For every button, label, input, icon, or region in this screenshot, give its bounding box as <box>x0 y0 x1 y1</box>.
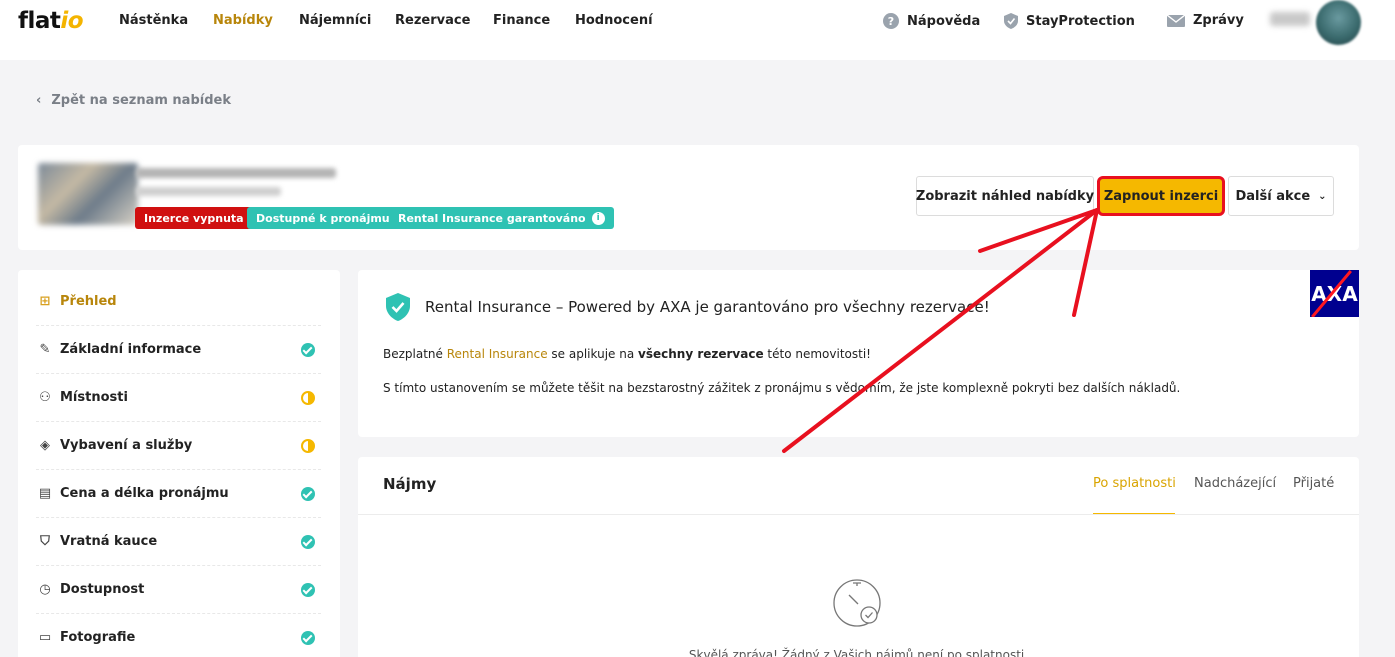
grid-icon: ⊞ <box>39 294 51 309</box>
avatar[interactable] <box>1316 0 1361 45</box>
insurance-title: Rental Insurance – Powered by AXA je gar… <box>425 298 990 316</box>
nav-finance[interactable]: Finance <box>493 13 550 28</box>
nav-tenants[interactable]: Nájemníci <box>299 13 371 28</box>
help-label: Nápověda <box>907 13 981 29</box>
listing-thumbnail[interactable] <box>38 163 138 225</box>
flatio-logo[interactable]: flatio <box>18 8 84 34</box>
sidebar-item-label: Přehled <box>60 294 117 309</box>
rents-card: Nájmy Po splatnosti Nadcházející Přijaté… <box>358 457 1359 657</box>
tab-upcoming[interactable]: Nadcházející <box>1194 476 1276 491</box>
axa-logo: AXA <box>1310 270 1359 317</box>
messages-label: Zprávy <box>1193 13 1244 28</box>
sidebar-item-label: Základní informace <box>60 342 202 357</box>
status-badge-available: Dostupné k pronájmu <box>247 207 399 229</box>
top-navigation: flatio Nástěnka Nabídky Nájemníci Rezerv… <box>0 0 1395 60</box>
sidebar-item-photos[interactable]: ▭ Fotografie <box>36 614 321 657</box>
sidebar-item-label: Fotografie <box>60 630 136 645</box>
shield-icon <box>1004 13 1018 29</box>
insurance-note: S tímto ustanovením se můžete těšit na b… <box>383 381 1181 395</box>
sidebar-item-label: Cena a délka pronájmu <box>60 486 229 501</box>
partial-status-icon <box>301 390 315 405</box>
listing-title-blurred <box>136 168 336 178</box>
sidebar-item-overview[interactable]: ⊞ Přehled <box>36 278 321 326</box>
insurance-card: Rental Insurance – Powered by AXA je gar… <box>358 270 1359 437</box>
back-link[interactable]: ‹ Zpět na seznam nabídek <box>36 93 231 108</box>
status-badge-listing-off: Inzerce vypnuta <box>135 207 253 229</box>
sidebar-item-basic-info[interactable]: ✎ Základní informace <box>36 326 321 374</box>
check-icon <box>301 342 315 357</box>
sidebar-item-availability[interactable]: ◷ Dostupnost <box>36 566 321 614</box>
enable-listing-button[interactable]: Zapnout inzerci <box>1097 176 1225 216</box>
divider <box>358 514 1359 515</box>
mail-icon <box>1167 14 1185 27</box>
insurance-badge-label: Rental Insurance garantováno <box>398 211 586 225</box>
nav-reviews[interactable]: Hodnocení <box>575 13 653 28</box>
nav-offers[interactable]: Nabídky <box>213 13 273 28</box>
user-name-blurred[interactable] <box>1270 12 1310 26</box>
clock-icon: ◷ <box>39 582 51 597</box>
chevron-left-icon: ‹ <box>36 93 42 108</box>
sidebar-item-rooms[interactable]: ⚇ Místnosti <box>36 374 321 422</box>
shield-icon: ⛉ <box>40 534 50 549</box>
sidebar-item-label: Místnosti <box>60 390 128 405</box>
tab-overdue[interactable]: Po splatnosti <box>1093 476 1176 491</box>
nav-reservations[interactable]: Rezervace <box>395 13 470 28</box>
more-actions-label: Další akce <box>1235 188 1311 204</box>
question-icon: ? <box>883 13 899 29</box>
check-icon <box>301 534 315 549</box>
shield-check-icon <box>386 293 410 321</box>
check-icon <box>301 582 315 597</box>
clock-check-icon <box>833 579 881 627</box>
sidebar-item-label: Dostupnost <box>60 582 145 597</box>
nav-dashboard[interactable]: Nástěnka <box>119 13 188 28</box>
sidebar-item-amenities[interactable]: ◈ Vybavení a služby <box>36 422 321 470</box>
back-link-label: Zpět na seznam nabídek <box>51 93 231 108</box>
layers-icon: ◈ <box>40 438 50 453</box>
status-badge-insurance[interactable]: Rental Insurance garantováno i <box>389 207 614 229</box>
stayprotection-label: StayProtection <box>1026 13 1135 29</box>
listing-address-blurred <box>136 187 281 196</box>
partial-status-icon <box>301 438 315 453</box>
listing-sidebar: ⊞ Přehled ✎ Základní informace ⚇ Místnosti … <box>18 270 340 657</box>
pencil-icon: ✎ <box>39 342 51 357</box>
chevron-down-icon: ⌄ <box>1318 190 1327 202</box>
sidebar-item-label: Vratná kauce <box>60 534 158 549</box>
rents-title: Nájmy <box>383 475 437 493</box>
tab-received[interactable]: Přijaté <box>1293 476 1334 491</box>
check-icon <box>301 630 315 645</box>
rooms-icon: ⚇ <box>39 390 51 405</box>
help-link[interactable]: ? Nápověda <box>883 13 980 29</box>
info-icon[interactable]: i <box>591 211 605 225</box>
photo-icon: ▭ <box>38 630 52 645</box>
sidebar-item-price[interactable]: ▤ Cena a délka pronájmu <box>36 470 321 518</box>
check-icon <box>301 486 315 501</box>
coins-icon: ▤ <box>38 486 52 501</box>
insurance-description: Bezplatné Rental Insurance se aplikuje n… <box>383 347 871 361</box>
sidebar-item-deposit[interactable]: ⛉ Vratná kauce <box>36 518 321 566</box>
rental-insurance-link[interactable]: Rental Insurance <box>447 347 548 361</box>
more-actions-button[interactable]: Další akce ⌄ <box>1228 176 1334 216</box>
stayprotection-link[interactable]: StayProtection <box>1004 13 1135 29</box>
empty-state-message: Skvělá zpráva! Žádný z Vašich nájmů není… <box>688 648 1029 657</box>
sidebar-item-label: Vybavení a služby <box>60 438 193 453</box>
preview-offer-button[interactable]: Zobrazit náhled nabídky <box>916 176 1094 216</box>
messages-link[interactable]: Zprávy <box>1167 13 1244 28</box>
